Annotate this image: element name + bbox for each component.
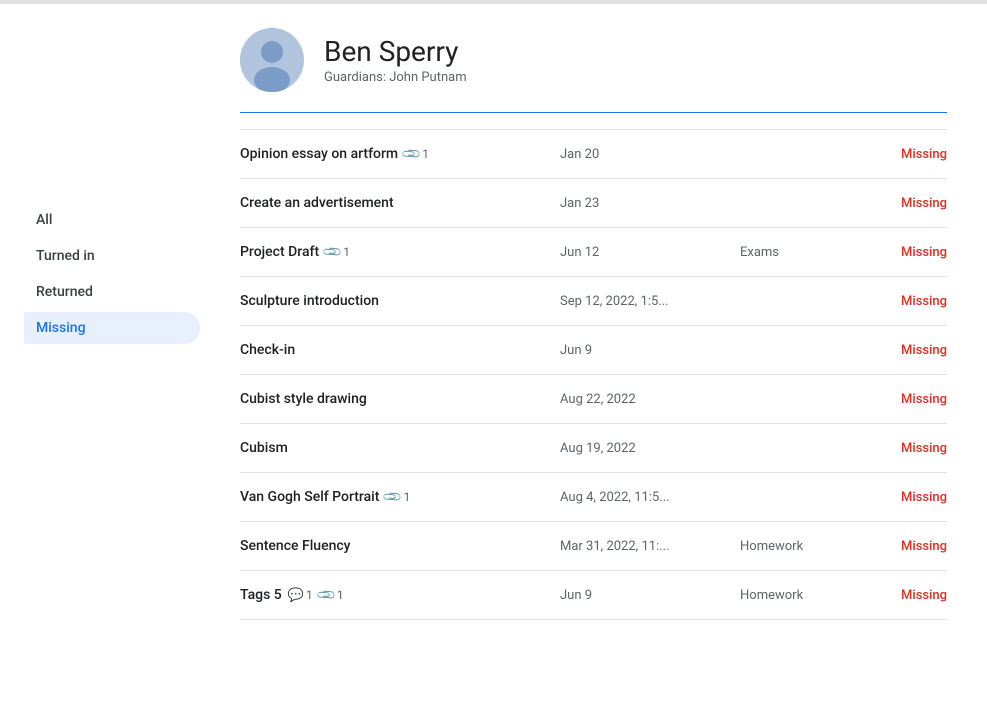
- assignment-name[interactable]: Project Draft 📎 1: [240, 244, 560, 260]
- attachment-badge: 📎 1: [319, 588, 344, 603]
- attachment-badge: 📎 1: [325, 245, 350, 260]
- assignment-date: Mar 31, 2022, 11:...: [560, 539, 740, 554]
- assignment-name[interactable]: Sentence Fluency: [240, 538, 560, 554]
- assignment-category: Exams: [740, 245, 860, 260]
- assignment-name[interactable]: Create an advertisement: [240, 195, 560, 211]
- assignment-title: Sentence Fluency: [240, 538, 351, 554]
- profile-divider: [240, 112, 947, 113]
- attachment-badge: 📎 1: [404, 147, 429, 162]
- assignment-category: Homework: [740, 588, 860, 603]
- assignment-date: Aug 4, 2022, 11:5...: [560, 490, 740, 505]
- profile-name: Ben Sperry: [324, 35, 467, 69]
- assignment-row: Sentence Fluency Mar 31, 2022, 11:...Home…: [240, 522, 947, 571]
- sidebar-item-all[interactable]: All: [24, 204, 200, 236]
- assignment-row: Van Gogh Self Portrait 📎 1 Aug 4, 2022, 11…: [240, 473, 947, 522]
- assignment-status: Missing: [860, 294, 947, 309]
- assignment-name[interactable]: Cubist style drawing: [240, 391, 560, 407]
- assignment-row: Sculpture introduction Sep 12, 2022, 1:5.…: [240, 277, 947, 326]
- sidebar-item-turned-in[interactable]: Turned in: [24, 240, 200, 272]
- assignment-row: Project Draft 📎 1 Jun 12ExamsMissing: [240, 228, 947, 277]
- assignment-name[interactable]: Sculpture introduction: [240, 293, 560, 309]
- assignment-date: Jun 9: [560, 343, 740, 358]
- assignment-row: Create an advertisement Jan 23 Missing: [240, 179, 947, 228]
- assignment-name[interactable]: Tags 5 💬 1 📎 1: [240, 587, 560, 603]
- assignment-title: Create an advertisement: [240, 195, 394, 211]
- assignment-status: Missing: [860, 539, 947, 554]
- assignment-name[interactable]: Van Gogh Self Portrait 📎 1: [240, 489, 560, 505]
- assignment-status: Missing: [860, 147, 947, 162]
- sidebar-item-missing[interactable]: Missing: [24, 312, 200, 344]
- attachment-badge: 📎 1: [385, 490, 410, 505]
- assignment-title: Tags 5: [240, 587, 282, 603]
- assignment-row: Tags 5 💬 1 📎 1 Jun 9HomeworkMissing: [240, 571, 947, 620]
- assignment-status: Missing: [860, 441, 947, 456]
- profile-info: Ben Sperry Guardians: John Putnam: [324, 35, 467, 86]
- assignment-title: Opinion essay on artform: [240, 146, 398, 162]
- assignment-row: Cubism Aug 19, 2022 Missing: [240, 424, 947, 473]
- attachment-icon: 📎: [322, 241, 344, 263]
- assignment-status: Missing: [860, 588, 947, 603]
- assignment-title: Cubist style drawing: [240, 391, 367, 407]
- comment-icon: 💬: [288, 588, 304, 603]
- attachment-icon: 📎: [401, 143, 423, 165]
- assignment-status: Missing: [860, 343, 947, 358]
- assignment-title: Cubism: [240, 440, 288, 456]
- assignment-title: Sculpture introduction: [240, 293, 379, 309]
- avatar: [240, 28, 304, 92]
- assignment-status: Missing: [860, 245, 947, 260]
- assignment-row: Check-in Jun 9 Missing: [240, 326, 947, 375]
- assignment-date: Jun 9: [560, 588, 740, 603]
- assignment-name[interactable]: Check-in: [240, 342, 560, 358]
- assignment-title: Check-in: [240, 342, 295, 358]
- assignment-name[interactable]: Opinion essay on artform 📎 1: [240, 146, 560, 162]
- assignment-title: Van Gogh Self Portrait: [240, 489, 379, 505]
- assignment-name[interactable]: Cubism: [240, 440, 560, 456]
- assignment-status: Missing: [860, 196, 947, 211]
- assignment-list: Opinion essay on artform 📎 1 Jan 20 Missing…: [240, 129, 947, 620]
- profile-guardian: Guardians: John Putnam: [324, 70, 467, 85]
- comment-badge: 💬 1: [288, 588, 313, 603]
- assignment-date: Aug 22, 2022: [560, 392, 740, 407]
- assignment-row: Cubist style drawing Aug 22, 2022 Missing: [240, 375, 947, 424]
- assignment-date: Jun 12: [560, 245, 740, 260]
- attachment-icon: 📎: [382, 486, 404, 508]
- assignment-status: Missing: [860, 490, 947, 505]
- assignment-category: Homework: [740, 539, 860, 554]
- sidebar-item-returned[interactable]: Returned: [24, 276, 200, 308]
- assignment-date: Aug 19, 2022: [560, 441, 740, 456]
- assignment-date: Sep 12, 2022, 1:5...: [560, 294, 740, 309]
- assignment-date: Jan 20: [560, 147, 740, 162]
- main-content: Ben Sperry Guardians: John Putnam Opinio…: [200, 4, 987, 722]
- assignment-status: Missing: [860, 392, 947, 407]
- attachment-icon: 📎: [316, 584, 338, 606]
- assignment-date: Jan 23: [560, 196, 740, 211]
- assignment-row: Opinion essay on artform 📎 1 Jan 20 Missing: [240, 129, 947, 179]
- assignment-title: Project Draft: [240, 244, 319, 260]
- profile-header: Ben Sperry Guardians: John Putnam: [240, 4, 947, 112]
- sidebar: All Turned in Returned Missing: [0, 4, 200, 722]
